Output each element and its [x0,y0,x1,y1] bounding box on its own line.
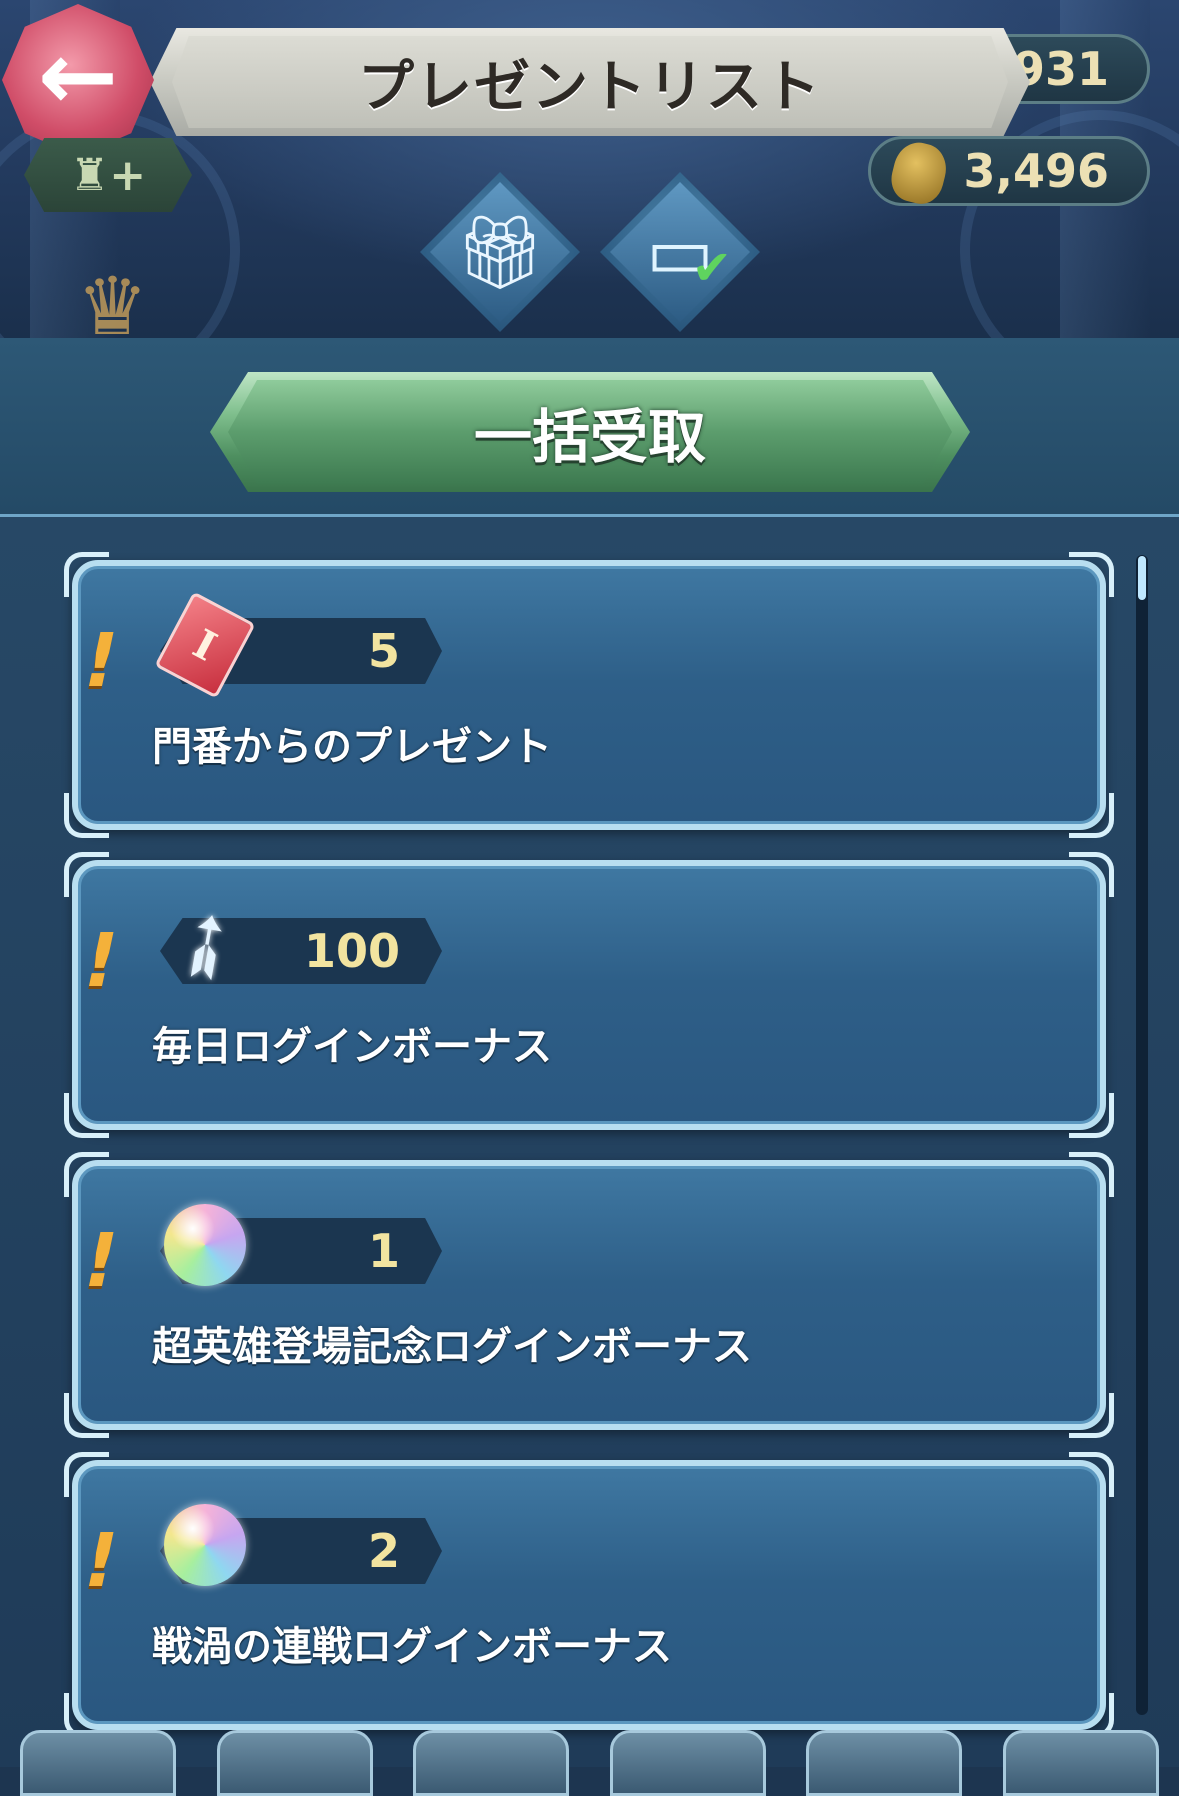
present-item[interactable]: ! I 5 門番からのプレゼント [64,552,1114,838]
present-item[interactable]: ! ➶ 100 毎日ログインボーナス [64,852,1114,1138]
nav-item[interactable] [20,1730,177,1796]
back-arrow-icon: ← [37,20,119,132]
gift-icon: 🎁︎ [454,210,546,294]
feather-counter: 3,496 [868,136,1150,209]
present-quantity: 100 [303,924,400,978]
present-item[interactable]: ! 1 超英雄登場記念ログインボーナス [64,1152,1114,1438]
present-caption: 戦渦の連戦ログインボーナス [152,1624,672,1670]
scrollbar-track[interactable] [1136,555,1148,1715]
new-alert-icon: ! [74,918,127,1004]
new-alert-icon: ! [74,1218,127,1304]
new-alert-icon: ! [74,1518,127,1604]
bottom-nav [0,1730,1179,1796]
castle-icon: ♜+ [69,149,147,201]
collect-all-button[interactable]: 一括受取 [210,372,970,492]
castle-button[interactable]: ♜+ [24,138,192,212]
feather-currency-icon [886,137,952,209]
present-caption: 超英雄登場記念ログインボーナス [152,1324,752,1370]
scrollbar-thumb[interactable] [1138,556,1146,600]
collect-all-label: 一括受取 [473,403,706,471]
nav-item[interactable] [1002,1730,1159,1796]
present-caption: 門番からのプレゼント [152,724,552,770]
checklist-icon: ▭ ✔ [645,210,733,296]
present-item[interactable]: ! 2 戦渦の連戦ログインボーナス [64,1452,1114,1738]
page-title: プレゼントリスト [358,54,822,120]
nav-item[interactable] [216,1730,373,1796]
new-alert-icon: ! [74,618,127,704]
present-caption: 毎日ログインボーナス [152,1024,552,1070]
back-button[interactable]: ← [2,4,154,156]
present-quantity: 1 [367,1224,400,1278]
present-quantity: 2 [367,1524,400,1578]
present-quantity: 5 [367,624,400,678]
nav-item[interactable] [806,1730,963,1796]
page-title-banner: プレゼントリスト [150,28,1030,136]
nav-item[interactable] [609,1730,766,1796]
feather-count: 3,496 [963,144,1109,198]
nav-item[interactable] [413,1730,570,1796]
orb-count: 931 [1012,42,1109,96]
